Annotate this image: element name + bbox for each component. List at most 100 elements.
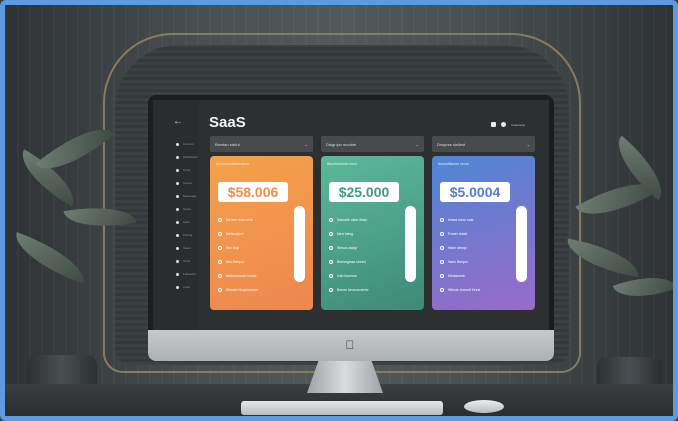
monitor-stand [307, 361, 383, 393]
radio-circle-icon[interactable] [440, 288, 444, 292]
radio-circle-icon[interactable] [440, 274, 444, 278]
feature-item: Nses Benpsi [440, 260, 468, 264]
user-avatar-icon[interactable] [501, 122, 507, 127]
radio-circle-icon[interactable] [440, 260, 444, 264]
radio-circle-icon[interactable] [440, 232, 444, 236]
sidebar-item[interactable]: Notes [176, 207, 191, 211]
card-scrollbar[interactable] [405, 206, 416, 282]
monitor: ← Account Dashboard Tools Teams Messages Note… [148, 95, 554, 361]
feature-item: Weuus awigi [329, 246, 357, 250]
feature-item: Power Isbali [440, 232, 467, 236]
radio-circle-icon[interactable] [329, 260, 333, 264]
feature-item: Benen beucuenerbe [329, 288, 369, 292]
plan-dropdown-label: Bsmtan sisilut [215, 141, 240, 147]
sidebar: ← Account Dashboard Tools Teams Messages Note… [153, 100, 199, 330]
pricing-card[interactable]: Ausmumhelbumatum $58.006 Ne tem ener sbie M… [210, 156, 313, 310]
radio-circle-icon[interactable] [329, 288, 333, 292]
back-arrow-icon[interactable]: ← [173, 116, 183, 127]
radio-circle-icon[interactable] [218, 288, 222, 292]
sidebar-item[interactable]: Users [176, 246, 191, 250]
feature-label: Ielsea ineur sule [448, 218, 474, 222]
sidebar-item-label: Followers [183, 272, 196, 276]
page-title: SaaS [209, 114, 246, 131]
plan-dropdown-label: Disgr ipo moubte [326, 141, 357, 147]
feature-item: Wassid binghrbanrer [218, 288, 258, 292]
nav-dot-icon [176, 246, 179, 250]
sidebar-item[interactable]: Tools [176, 259, 190, 263]
feature-label: Wassid binghrbanrer [226, 288, 259, 292]
radio-circle-icon[interactable] [218, 218, 222, 222]
sidebar-item[interactable]: Account [176, 142, 194, 146]
sidebar-item-label: Tools [183, 168, 191, 172]
nav-dot-icon [176, 168, 179, 172]
plan-subtitle: Ausmumhelbumatum [216, 162, 250, 166]
sidebar-item[interactable]: Labs [176, 220, 190, 224]
feature-label: Nshn desrpi [448, 246, 467, 250]
lock-icon[interactable] [491, 122, 497, 127]
sidebar-item-label: Notes [183, 207, 191, 211]
sidebar-item[interactable]: Pricing [176, 233, 192, 237]
feature-label: Bensegrsss sheeri [337, 260, 366, 264]
feature-label: Nwhasuhaze imutie [226, 274, 257, 278]
feature-item: Nwhasuhaze imutie [218, 274, 257, 278]
sidebar-item-label: Account [183, 142, 194, 146]
sidebar-item-label: Pricing [183, 233, 193, 237]
sidebar-item-label: Dashboard [183, 155, 198, 159]
nav-dot-icon [176, 155, 179, 159]
pricing-card[interactable]: Beuuhenbuiei elsm $25.000 Saeusfe oicer It… [321, 156, 424, 310]
plan-subtitle: Beuuhenbuiei elsm [327, 162, 357, 166]
nav-dot-icon [176, 181, 179, 185]
radio-circle-icon[interactable] [329, 274, 333, 278]
feature-item: Bensegrsss sheeri [329, 260, 366, 264]
plan-dropdown[interactable]: Bsmtan sisilut ⌄ [210, 136, 313, 152]
plan-dropdown[interactable]: Dnsprse sisliest ⌄ [432, 136, 535, 152]
radio-circle-icon[interactable] [218, 246, 222, 250]
radio-circle-icon[interactable] [218, 274, 222, 278]
sidebar-item[interactable]: Followers [176, 272, 196, 276]
feature-item: Meismajsel [218, 232, 244, 236]
sidebar-item[interactable]: Tools [176, 168, 190, 172]
feature-item: Saeusfe oicer Itban [329, 218, 367, 222]
app-screen: ← Account Dashboard Tools Teams Messages Note… [153, 100, 549, 330]
radio-circle-icon[interactable] [329, 246, 333, 250]
radio-circle-icon[interactable] [218, 260, 222, 264]
feature-item: Wei kiup [218, 246, 239, 250]
feature-label: Mesiaurisk [448, 274, 465, 278]
feature-item: Whean Aoeurit Hursi [440, 288, 480, 292]
feature-label: Saeusfe oicer Itban [337, 218, 368, 222]
radio-circle-icon[interactable] [440, 218, 444, 222]
feature-item: Ne tem ener sbie [218, 218, 253, 222]
feature-item: Mesiaurisk [440, 274, 465, 278]
sidebar-item-label: Tools [183, 259, 191, 263]
card-scrollbar[interactable] [294, 206, 305, 282]
feature-label: Ne tem ener sbie [226, 218, 253, 222]
feature-item: Ictio fouesse [329, 274, 357, 278]
feature-item: Nshn desrpi [440, 246, 467, 250]
radio-circle-icon[interactable] [218, 232, 222, 236]
feature-item: Ielsea ineur sule [440, 218, 474, 222]
scene-background: ← Account Dashboard Tools Teams Messages Note… [0, 0, 678, 421]
nav-dot-icon [176, 272, 179, 276]
radio-circle-icon[interactable] [440, 246, 444, 250]
username-label: Username [511, 122, 525, 127]
card-scrollbar[interactable] [516, 206, 527, 282]
feature-label: Power Isbali [448, 232, 468, 236]
sidebar-item-label: Labs [183, 220, 190, 224]
pricing-card[interactable]: Aunsulblumm seuai $5.0004 Ielsea ineur sul… [432, 156, 535, 310]
feature-label: Ictio fouesse [337, 274, 357, 278]
sidebar-item[interactable]: Links [176, 285, 190, 289]
sidebar-item[interactable]: Teams [176, 181, 192, 185]
nav-dot-icon [176, 285, 179, 289]
feature-item: Nes Benpul [218, 260, 244, 264]
sidebar-item[interactable]: Dashboard [176, 155, 198, 159]
feature-label: Nses Benpsi [448, 260, 468, 264]
plan-dropdown[interactable]: Disgr ipo moubte ⌄ [321, 136, 424, 152]
chevron-down-icon: ⌄ [304, 141, 308, 147]
sidebar-item[interactable]: Messages [176, 194, 197, 198]
sidebar-item-label: Teams [183, 181, 192, 185]
feature-label: Nes Benpul [226, 260, 245, 264]
radio-circle-icon[interactable] [329, 232, 333, 236]
mouse [464, 400, 504, 413]
radio-circle-icon[interactable] [329, 218, 333, 222]
pricing-column: Dnsprse sisliest ⌄ Aunsulblumm seuai $5.000… [432, 136, 535, 310]
